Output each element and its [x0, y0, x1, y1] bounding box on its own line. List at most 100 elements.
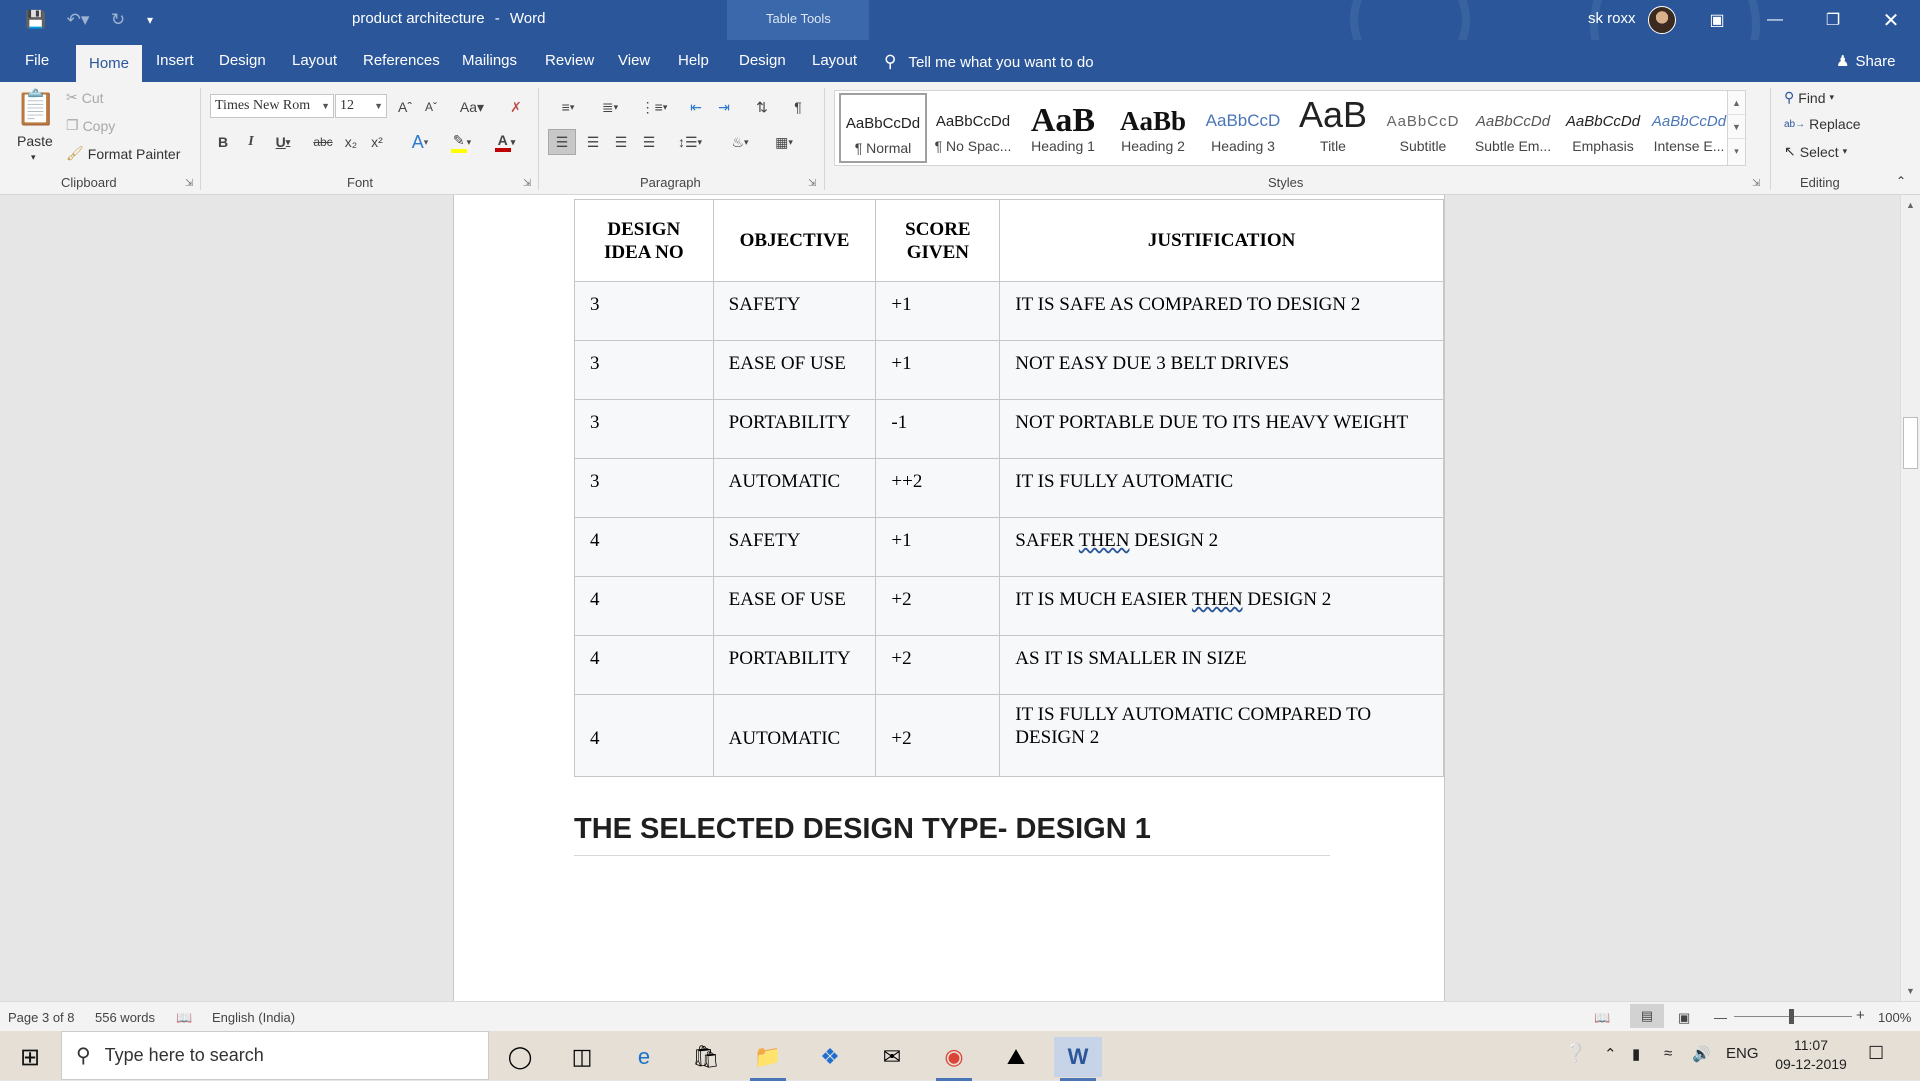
close-icon[interactable]: ✕ — [1868, 0, 1914, 40]
print-layout-icon[interactable]: ▤ — [1630, 1004, 1664, 1028]
table-cell[interactable]: 4 — [574, 517, 714, 577]
font-launcher-icon[interactable]: ⇲ — [523, 178, 531, 189]
sort-icon[interactable]: ⇅ — [750, 96, 774, 118]
table-cell[interactable]: PORTABILITY — [712, 399, 877, 459]
file-explorer-icon[interactable]: 📁 — [744, 1037, 792, 1081]
line-spacing-icon[interactable]: ↕☰ ▾ — [672, 129, 708, 155]
vertical-scrollbar[interactable]: ▲ ▼ — [1900, 195, 1920, 1001]
style-emphasis[interactable]: AaBbCcDd Emphasis — [1559, 93, 1647, 163]
mail-icon[interactable]: ✉ — [868, 1037, 916, 1077]
table-header[interactable]: SCORE GIVEN — [875, 199, 1001, 282]
photos-icon[interactable]: ⛰ — [992, 1037, 1040, 1077]
table-cell[interactable]: NOT EASY DUE 3 BELT DRIVES — [999, 340, 1444, 400]
style-no-spacing[interactable]: AaBbCcDd ¶ No Spac... — [929, 93, 1017, 163]
paste-dropdown-icon[interactable]: ▾ — [31, 152, 36, 163]
style-intense-emphasis[interactable]: AaBbCcDd Intense E... — [1645, 93, 1733, 163]
text-effects-icon[interactable]: A ▾ — [404, 130, 436, 154]
paste-label[interactable]: Paste — [17, 133, 53, 149]
volume-icon[interactable]: 🔊 — [1692, 1045, 1711, 1063]
taskbar-search[interactable]: ⚲ Type here to search — [61, 1031, 489, 1080]
section-heading[interactable]: THE SELECTED DESIGN TYPE- DESIGN 1 — [574, 813, 1151, 846]
tab-layout[interactable]: Layout — [292, 52, 337, 69]
word-count[interactable]: 556 words — [95, 1010, 155, 1025]
tab-table-layout[interactable]: Layout — [812, 52, 857, 69]
tab-file[interactable]: File — [25, 52, 49, 69]
language-indicator[interactable]: English (India) — [212, 1010, 295, 1025]
input-language[interactable]: ENG — [1726, 1045, 1759, 1062]
select-button[interactable]: ↖ Select ▾ — [1784, 143, 1847, 160]
format-painter-button[interactable]: 🖌 Format Painter — [66, 145, 180, 162]
help-icon[interactable]: ❔ — [1564, 1043, 1586, 1064]
font-size-combo[interactable]: 12 ▼ — [335, 94, 387, 118]
replace-button[interactable]: ab→ Replace — [1784, 116, 1861, 132]
table-header[interactable]: DESIGN IDEA NO — [574, 199, 714, 282]
tab-review[interactable]: Review — [545, 52, 594, 69]
table-cell[interactable]: +2 — [875, 694, 1001, 777]
table-cell[interactable]: -1 — [875, 399, 1001, 459]
numbering-icon[interactable]: ≣ ▾ — [592, 96, 628, 118]
chevron-down-icon[interactable]: ▼ — [1728, 115, 1745, 139]
table-header[interactable]: OBJECTIVE — [712, 199, 877, 282]
table-cell[interactable]: 3 — [574, 399, 714, 459]
tab-help[interactable]: Help — [678, 52, 709, 69]
scroll-up-icon[interactable]: ▲ — [1901, 197, 1920, 213]
styles-gallery-scroll[interactable]: ▲ ▼ ▾ — [1727, 91, 1745, 165]
table-cell[interactable]: NOT PORTABLE DUE TO ITS HEAVY WEIGHT — [999, 399, 1444, 459]
zoom-slider-thumb[interactable] — [1789, 1009, 1794, 1024]
style-title[interactable]: AaB Title — [1289, 93, 1377, 163]
ribbon-display-options-icon[interactable]: ▣ — [1694, 0, 1740, 40]
multilevel-list-icon[interactable]: ⋮≡ ▾ — [636, 96, 672, 118]
table-cell[interactable]: IT IS FULLY AUTOMATIC — [999, 458, 1444, 518]
tab-home[interactable]: Home — [76, 45, 142, 82]
share-button[interactable]: ♟ Share — [1836, 52, 1895, 71]
table-cell[interactable]: +2 — [875, 576, 1001, 636]
task-view-icon[interactable]: ◫ — [558, 1037, 606, 1077]
web-layout-icon[interactable]: ▣ — [1678, 1010, 1690, 1026]
edge-icon[interactable]: e — [620, 1037, 668, 1077]
document-page[interactable]: DESIGN IDEA NO OBJECTIVE SCORE GIVEN JUS… — [453, 195, 1445, 1001]
show-hidden-icons-icon[interactable]: ⌃ — [1604, 1045, 1617, 1063]
tell-me-box[interactable]: ⚲ Tell me what you want to do — [884, 52, 1094, 72]
cut-button[interactable]: ✂ Cut — [66, 89, 104, 106]
table-cell[interactable]: +1 — [875, 340, 1001, 400]
windows-start-icon[interactable]: ⊞ — [6, 1037, 54, 1077]
table-cell[interactable]: 4 — [574, 576, 714, 636]
strikethrough-icon[interactable]: abc — [310, 130, 336, 154]
show-formatting-icon[interactable]: ¶ — [786, 96, 810, 118]
collapse-ribbon-icon[interactable]: ⌃ — [1896, 174, 1906, 188]
table-cell[interactable]: 3 — [574, 281, 714, 341]
table-cell[interactable]: 3 — [574, 458, 714, 518]
change-case-button[interactable]: Aa ▾ — [454, 96, 490, 118]
table-cell[interactable]: IT IS SAFE AS COMPARED TO DESIGN 2 — [999, 281, 1444, 341]
font-name-combo[interactable]: Times New Rom ▼ — [210, 94, 334, 118]
shrink-font-icon[interactable]: Aˇ — [420, 96, 442, 118]
clock[interactable]: 11:07 09-12-2019 — [1770, 1036, 1852, 1074]
bold-icon[interactable]: B — [212, 130, 234, 154]
table-cell[interactable]: PORTABILITY — [712, 635, 877, 695]
italic-icon[interactable]: I — [240, 130, 262, 154]
align-left-icon[interactable]: ☰ — [548, 129, 576, 155]
zoom-out-icon[interactable]: — — [1714, 1010, 1727, 1025]
table-cell[interactable]: +1 — [875, 281, 1001, 341]
justify-icon[interactable]: ☰ — [636, 129, 662, 155]
zoom-level[interactable]: 100% — [1878, 1010, 1911, 1025]
align-center-icon[interactable]: ☰ — [580, 129, 606, 155]
save-icon[interactable]: 💾 — [22, 8, 50, 32]
customize-qat-icon[interactable]: ▾ — [140, 8, 160, 32]
highlight-icon[interactable]: ✎ ▾ — [444, 130, 478, 154]
decrease-indent-icon[interactable]: ⇤ — [684, 96, 708, 118]
superscript-icon[interactable]: x² — [366, 130, 388, 154]
scroll-down-icon[interactable]: ▼ — [1901, 983, 1920, 999]
battery-icon[interactable]: ▮ — [1632, 1045, 1640, 1063]
table-cell[interactable]: AUTOMATIC — [712, 694, 877, 777]
underline-icon[interactable]: U ▾ — [268, 130, 298, 154]
table-header[interactable]: JUSTIFICATION — [999, 199, 1444, 282]
table-cell[interactable]: AUTOMATIC — [712, 458, 877, 518]
tab-mailings[interactable]: Mailings — [462, 52, 517, 69]
redo-icon[interactable]: ↻ — [106, 8, 130, 32]
find-button[interactable]: ⚲ Find ▾ — [1784, 89, 1834, 106]
style-heading-2[interactable]: AaBb Heading 2 — [1109, 93, 1197, 163]
table-cell[interactable]: EASE OF USE — [712, 576, 877, 636]
maximize-icon[interactable]: ❐ — [1810, 0, 1856, 40]
zoom-in-icon[interactable]: + — [1856, 1007, 1865, 1024]
